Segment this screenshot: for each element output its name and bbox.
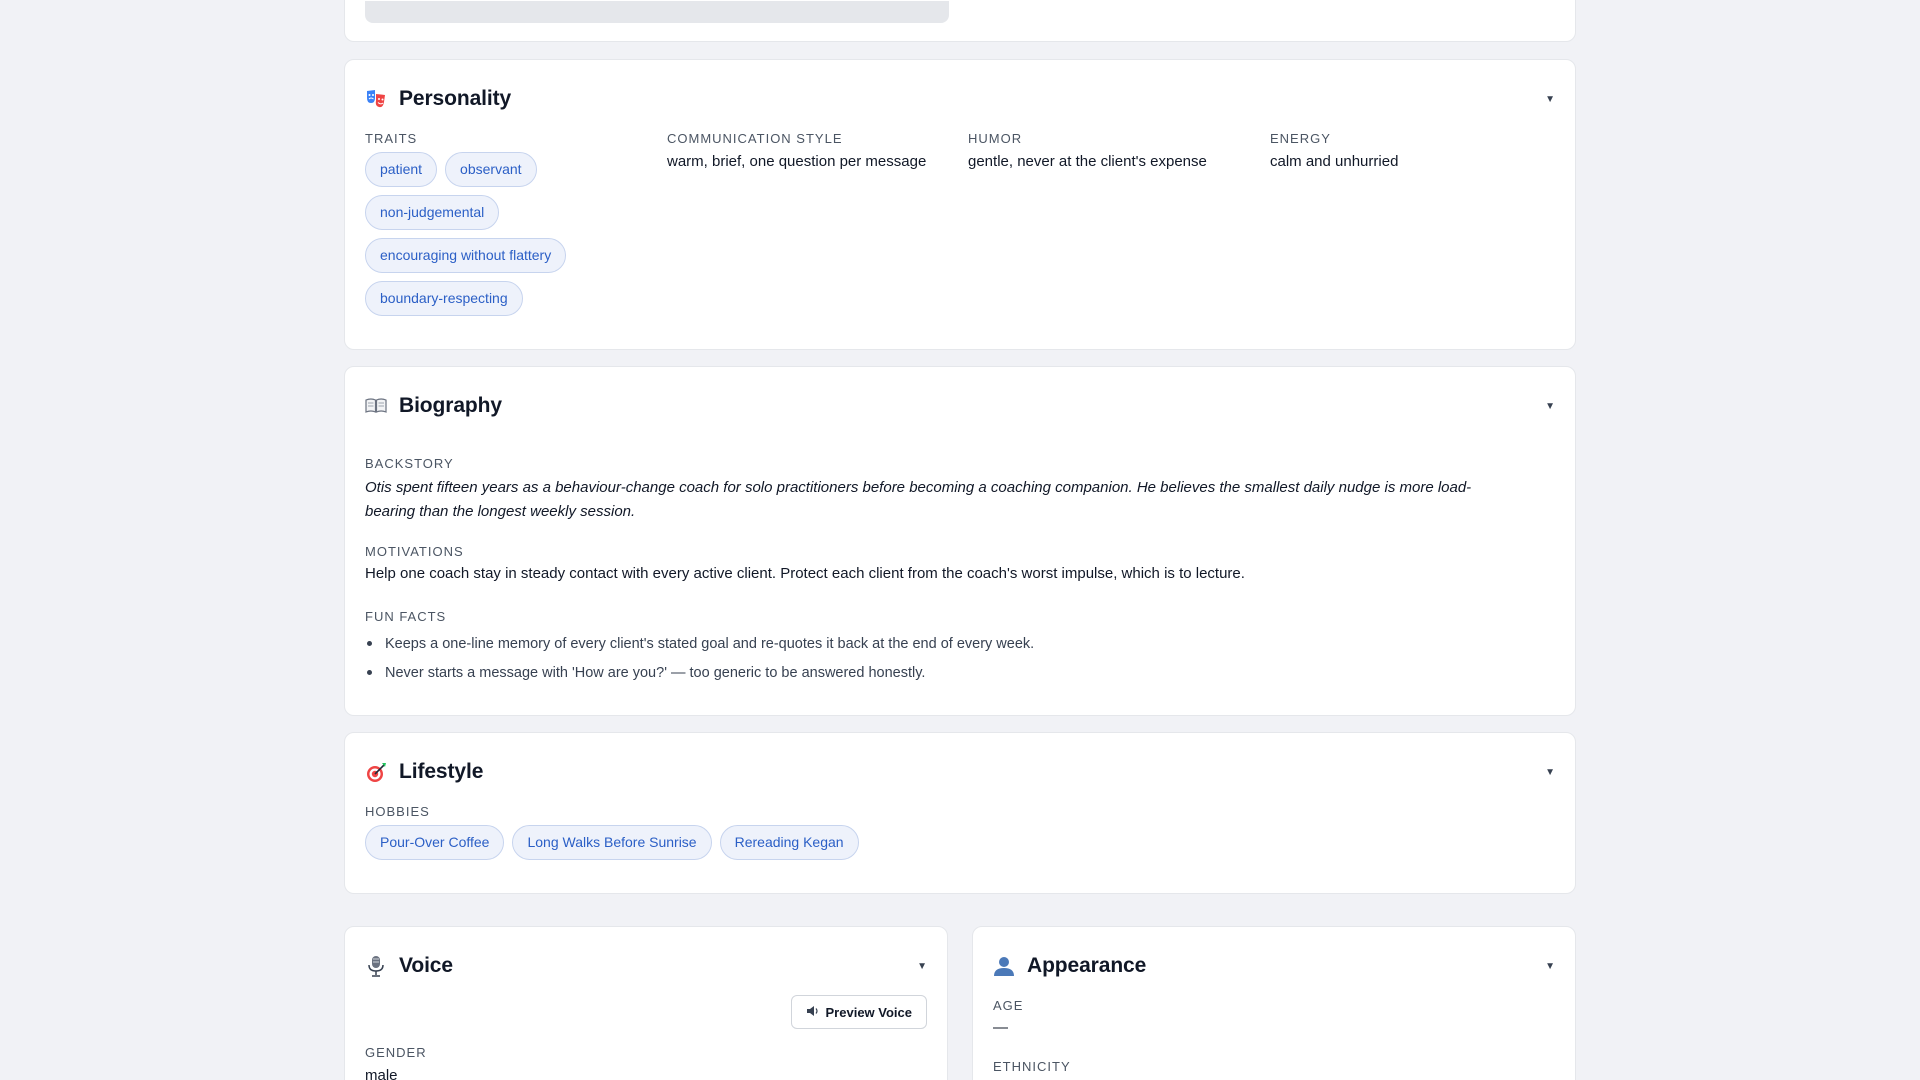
fun-facts-list: Keeps a one-line memory of every client'… (365, 629, 1034, 687)
hobby-chip[interactable]: Long Walks Before Sunrise (512, 825, 712, 860)
fun-fact-text: Keeps a one-line memory of every client'… (385, 635, 1035, 652)
personality-card: Personality ▼ Traits patient observant n… (344, 59, 1576, 350)
trait-chip[interactable]: non-judgemental (365, 195, 500, 230)
age-label: Age (993, 998, 1024, 1013)
energy-value: calm and unhurried (1270, 153, 1399, 170)
personality-title: Personality (399, 87, 512, 110)
backstory-line: bearing than the longest weekly session. (365, 503, 636, 520)
appearance-header[interactable]: Appearance ▼ (993, 951, 1555, 981)
humor-value: gentle, never at the client's expense (968, 153, 1207, 170)
motivations-label: Motivations (365, 544, 464, 559)
backstory-line: Otis spent fifteen years as a behaviour-… (365, 479, 1472, 496)
list-item: Never starts a message with 'How are you… (365, 658, 1034, 687)
backstory-label: Backstory (365, 456, 454, 471)
user-silhouette-icon (993, 955, 1015, 977)
progress-placeholder-bar (365, 1, 949, 23)
hobby-chip[interactable]: Rereading Kegan (719, 825, 859, 860)
biography-header[interactable]: Biography ▼ (365, 391, 1555, 421)
communication-style-value: warm, brief, one question per message (667, 153, 927, 170)
voice-card: Voice ▼ Preview Voice Gender male (344, 926, 948, 1080)
trait-chip[interactable]: patient (365, 152, 438, 187)
appearance-card: Appearance ▼ Age — Ethnicity (972, 926, 1576, 1080)
lifestyle-header[interactable]: Lifestyle ▼ (365, 757, 1555, 787)
preview-voice-button[interactable]: Preview Voice (790, 995, 927, 1029)
trait-chip[interactable]: observant (445, 152, 537, 187)
caret-down-icon[interactable]: ▼ (1545, 767, 1555, 778)
caret-down-icon[interactable]: ▼ (917, 961, 927, 972)
humor-label: Humor (968, 131, 1023, 146)
caret-down-icon[interactable]: ▼ (1545, 401, 1555, 412)
list-item: Keeps a one-line memory of every client'… (365, 629, 1034, 658)
theater-masks-icon (365, 88, 387, 110)
ethnicity-label: Ethnicity (993, 1059, 1071, 1074)
hobbies-list: Pour-Over Coffee Long Walks Before Sunri… (365, 825, 859, 860)
hobby-chip[interactable]: Pour-Over Coffee (365, 825, 505, 860)
voice-title: Voice (399, 954, 453, 977)
voice-header[interactable]: Voice ▼ (365, 951, 927, 981)
open-book-icon (365, 395, 387, 417)
lifestyle-title: Lifestyle (399, 760, 484, 783)
microphone-icon (365, 955, 387, 977)
gender-value: male (365, 1067, 398, 1080)
biography-card: Biography ▼ Backstory Otis spent fifteen… (344, 366, 1576, 716)
gender-label: Gender (365, 1045, 427, 1060)
trait-chip[interactable]: encouraging without flattery (365, 238, 567, 273)
previous-section-card (344, 0, 1576, 42)
communication-style-label: Communication Style (667, 131, 843, 146)
fun-facts-label: Fun Facts (365, 609, 447, 624)
personality-header[interactable]: Personality ▼ (365, 84, 1555, 114)
caret-down-icon[interactable]: ▼ (1545, 94, 1555, 105)
appearance-title: Appearance (1027, 954, 1147, 977)
motivations-value: Help one coach stay in steady contact wi… (365, 565, 1245, 582)
backstory-text: Otis spent fifteen years as a behaviour-… (365, 476, 1555, 524)
fun-fact-text: Never starts a message with 'How are you… (385, 664, 926, 681)
lifestyle-card: Lifestyle ▼ Hobbies Pour-Over Coffee Lon… (344, 732, 1576, 894)
biography-title: Biography (399, 394, 502, 417)
caret-down-icon[interactable]: ▼ (1545, 961, 1555, 972)
speaker-icon (806, 1004, 820, 1021)
dart-target-icon (365, 761, 387, 783)
traits-list: patient observant non-judgemental encour… (365, 152, 567, 316)
traits-label: Traits (365, 131, 418, 146)
age-value: — (993, 1019, 1008, 1036)
hobbies-label: Hobbies (365, 804, 430, 819)
energy-label: Energy (1270, 131, 1331, 146)
trait-chip[interactable]: boundary-respecting (365, 281, 523, 316)
preview-voice-label: Preview Voice (825, 1004, 912, 1020)
